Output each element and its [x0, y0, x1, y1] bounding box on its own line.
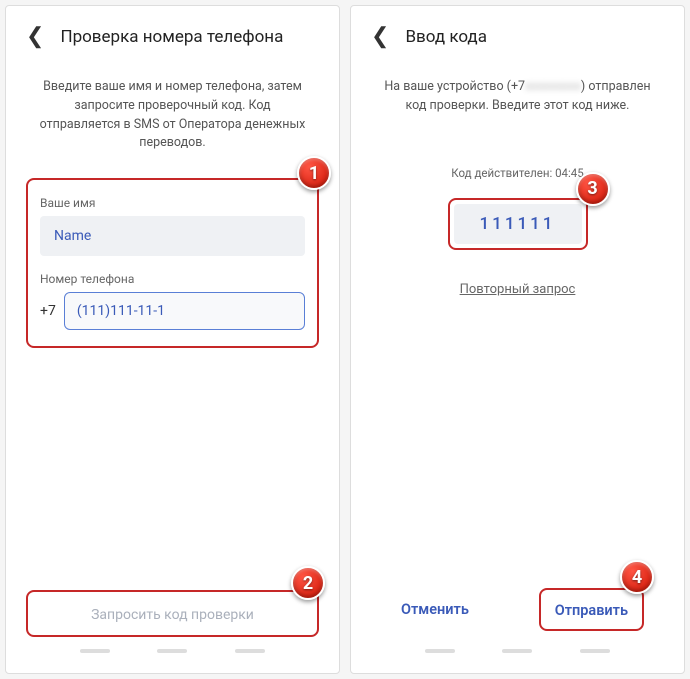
page-title: Проверка номера телефона — [60, 27, 283, 47]
step-badge-4: 4 — [620, 560, 654, 594]
form-section: 1 Ваше имя Name Номер телефона +7 (111)1… — [26, 178, 319, 348]
info-prefix: На ваше устройство (+7 — [384, 79, 525, 94]
nav-recent[interactable] — [425, 649, 455, 653]
code-input[interactable]: 111111 — [454, 204, 582, 244]
step-badge-2: 2 — [291, 566, 325, 600]
phone-label: Номер телефона — [40, 272, 305, 286]
phone-row: +7 (111)111-11-1 — [40, 292, 305, 330]
header: ❮ Ввод кода — [371, 26, 664, 78]
phone-input[interactable]: (111)111-11-1 — [64, 292, 305, 330]
nav-bar — [26, 649, 319, 653]
bottom-section: 2 Запросить код проверки — [26, 590, 319, 653]
bottom-section: Отменить 4 Отправить — [371, 582, 664, 653]
info-hidden: xxxxxxxxx — [525, 79, 581, 94]
back-icon[interactable]: ❮ — [26, 26, 44, 48]
cancel-button[interactable]: Отменить — [401, 601, 469, 618]
resend-link[interactable]: Повторный запрос — [371, 282, 664, 297]
back-icon[interactable]: ❮ — [371, 26, 389, 48]
phone-verify-screen: ❮ Проверка номера телефона Введите ваше … — [5, 5, 340, 674]
nav-back[interactable] — [235, 649, 265, 653]
nav-home[interactable] — [502, 649, 532, 653]
nav-bar — [371, 649, 664, 653]
request-button-wrap: 2 Запросить код проверки — [26, 590, 319, 637]
request-code-button[interactable]: Запросить код проверки — [91, 607, 254, 623]
submit-wrap: 4 Отправить — [539, 588, 644, 631]
code-valid-label: Код действителен: 04:45 — [371, 166, 664, 180]
nav-recent[interactable] — [80, 649, 110, 653]
submit-button[interactable]: Отправить — [555, 602, 628, 619]
header: ❮ Проверка номера телефона — [26, 26, 319, 78]
page-title: Ввод кода — [405, 27, 487, 47]
button-row: Отменить 4 Отправить — [371, 582, 664, 637]
phone-prefix: +7 — [40, 303, 56, 319]
nav-home[interactable] — [157, 649, 187, 653]
name-label: Ваше имя — [40, 196, 305, 210]
nav-back[interactable] — [580, 649, 610, 653]
code-entry-screen: ❮ Ввод кода На ваше устройство (+7xxxxxx… — [350, 5, 685, 674]
step-badge-3: 3 — [576, 172, 610, 206]
instruction-text: Введите ваше имя и номер телефона, затем… — [26, 78, 319, 178]
code-box-wrap: 3 111111 — [448, 198, 588, 250]
step-badge-1: 1 — [297, 156, 331, 190]
name-input[interactable]: Name — [40, 216, 305, 256]
code-info-text: На ваше устройство (+7xxxxxxxxx) отправл… — [371, 78, 664, 166]
